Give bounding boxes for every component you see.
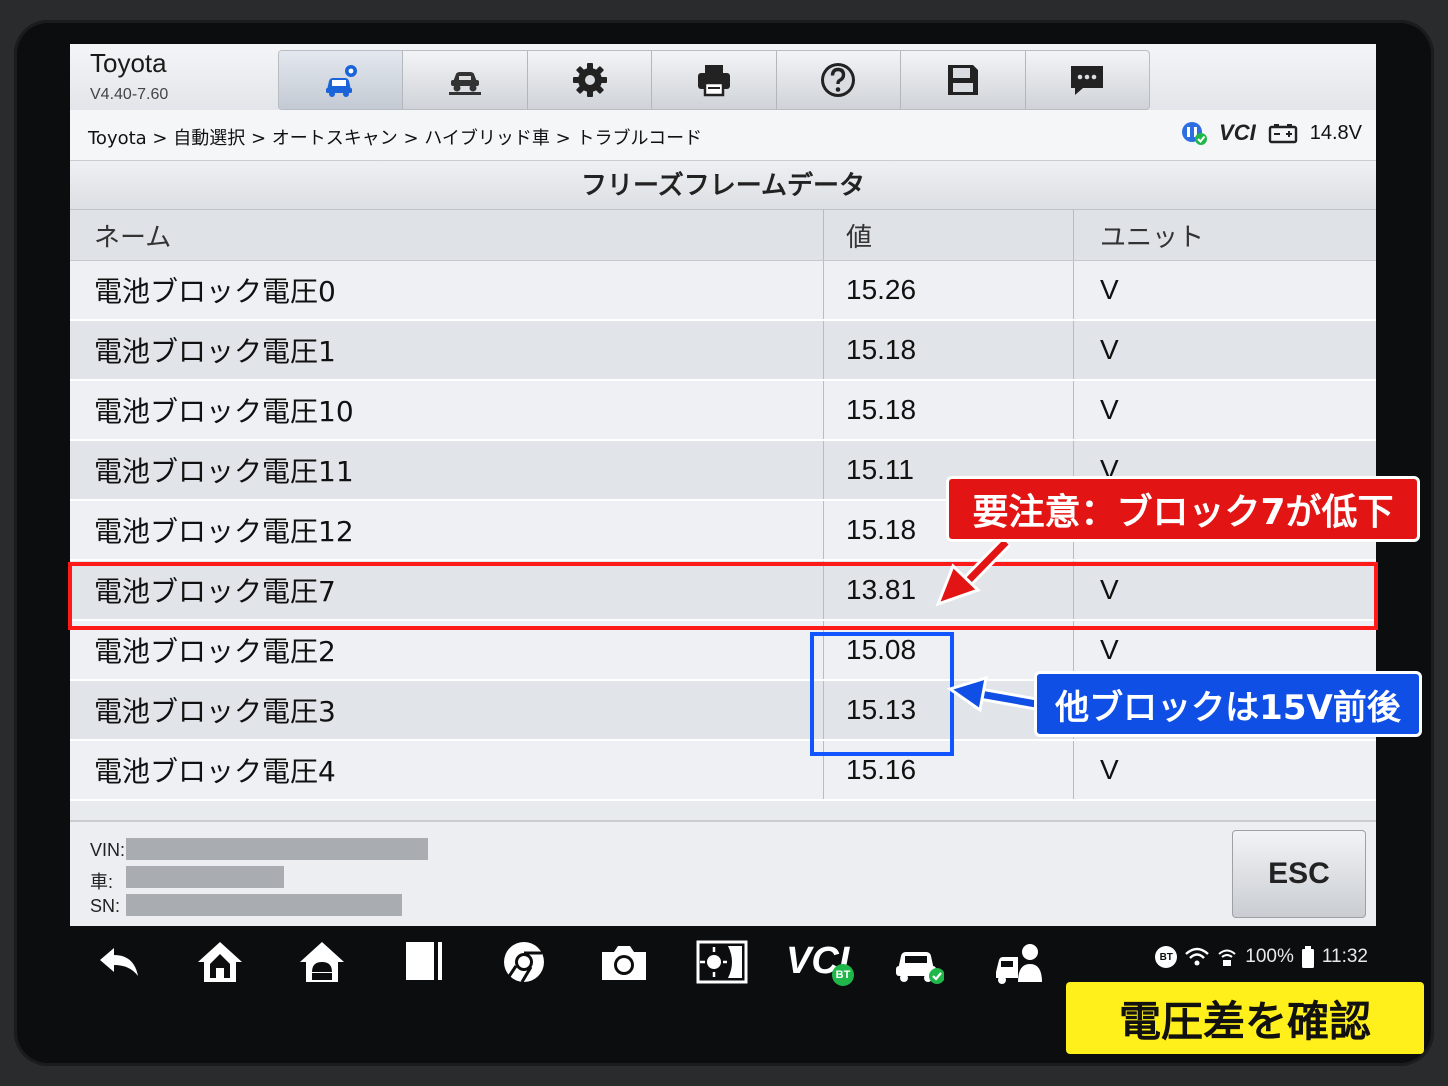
car-lift-icon (449, 72, 482, 95)
table-header-row: ネーム 値 ユニット (70, 210, 1376, 261)
row-name: 電池ブロック電圧10 (70, 381, 824, 439)
toolbar-print-button[interactable] (652, 51, 777, 109)
voltage-readout: 14.8V (1309, 121, 1362, 144)
row-value: 15.26 (824, 261, 1074, 319)
battery-icon (1301, 946, 1314, 968)
row-unit: V (1100, 334, 1119, 365)
recent-apps-icon[interactable] (398, 938, 450, 986)
breadcrumb-bar: Toyota > 自動選択 > オートスキャン > ハイブリッド車 > トラブル… (70, 110, 1376, 161)
vci-connection-icon (1182, 122, 1208, 145)
toolbar-diagnose-button[interactable] (279, 51, 404, 109)
wifi-icon (1185, 947, 1210, 966)
home-icon[interactable] (194, 938, 246, 986)
row-unit: V (1100, 274, 1119, 305)
gear-icon (572, 63, 607, 97)
row-value: 15.16 (824, 741, 1074, 799)
toolbar-save-button[interactable] (901, 51, 1026, 109)
toolbar-settings-button[interactable] (528, 51, 653, 109)
row-name: 電池ブロック電圧0 (70, 261, 824, 319)
vci-bt-badge: BT (832, 964, 854, 986)
vci-label: VCI (1219, 120, 1256, 145)
row-unit: V (1100, 394, 1119, 425)
row-name: 電池ブロック電圧3 (70, 681, 824, 739)
vehicle-info-footer: VIN: 車: SN: ESC (70, 820, 1376, 928)
page-title: フリーズフレームデータ (70, 161, 1376, 210)
vci-bt-status[interactable]: VCI BT (786, 940, 854, 986)
vehicle-connected-icon[interactable] (892, 938, 944, 986)
back-icon[interactable] (94, 938, 146, 986)
info-callout: 他ブロックは15V前後 (1034, 671, 1422, 737)
row-unit: V (1100, 574, 1119, 605)
table-row[interactable]: 電池ブロック電圧4 15.16 V (70, 741, 1376, 801)
esc-button[interactable]: ESC (1232, 830, 1366, 918)
help-icon (821, 63, 856, 97)
row-name: 電池ブロック電圧1 (70, 321, 824, 379)
android-home-icon[interactable] (296, 938, 348, 986)
main-toolbar (278, 50, 1150, 110)
row-name: 電池ブロック電圧11 (70, 441, 824, 499)
vin-redacted (126, 838, 428, 860)
header-unit: ユニット (1100, 221, 1205, 252)
row-value: 13.81 (824, 561, 1074, 619)
header-value: 値 (824, 210, 1074, 260)
table-row[interactable]: 電池ブロック電圧0 15.26 V (70, 261, 1376, 321)
warning-callout: 要注意：ブロック7が低下 (946, 476, 1420, 542)
battery-voltage-icon (1268, 124, 1297, 144)
connection-status: VCI 14.8V (1181, 120, 1362, 146)
bluetooth-status: BT (1155, 946, 1178, 968)
sn-label: SN: (90, 896, 121, 916)
version-label: V4.40-7.60 (90, 86, 169, 103)
row-name: 電池ブロック電圧2 (70, 621, 824, 679)
table-row-highlighted[interactable]: 電池ブロック電圧7 13.81 V (70, 561, 1376, 621)
breadcrumb[interactable]: Toyota > 自動選択 > オートスキャン > ハイブリッド車 > トラブル… (88, 124, 702, 150)
caption-label: 電圧差を確認 (1066, 982, 1424, 1054)
table-row[interactable]: 電池ブロック電圧1 15.18 V (70, 321, 1376, 381)
printer-icon (697, 65, 730, 97)
row-name: 電池ブロック電圧7 (70, 561, 824, 619)
message-icon (1071, 66, 1104, 95)
clock: 11:32 (1321, 946, 1368, 967)
toolbar-lift-button[interactable] (403, 51, 528, 109)
vin-label: VIN: (90, 840, 126, 860)
car-redacted (126, 866, 284, 888)
header-name: ネーム (70, 210, 824, 260)
row-value: 15.18 (824, 321, 1074, 379)
battery-percent: 100% (1245, 946, 1294, 967)
system-status: BT 100% 11:32 (1155, 946, 1368, 968)
save-icon (947, 65, 978, 95)
sn-redacted (126, 894, 402, 916)
row-unit: V (1100, 754, 1119, 785)
car-label: 車: (90, 872, 114, 892)
toolbar-message-button[interactable] (1026, 51, 1149, 109)
camera-icon[interactable] (598, 938, 650, 986)
row-name: 電池ブロック電圧12 (70, 501, 824, 559)
brand-title: Toyota (90, 48, 167, 78)
iot-signal-icon (1218, 949, 1236, 966)
brightness-icon[interactable] (696, 938, 748, 986)
browser-icon[interactable] (498, 938, 550, 986)
row-name: 電池ブロック電圧4 (70, 741, 824, 799)
row-value: 15.08 (824, 621, 1074, 679)
technician-car-icon[interactable] (992, 938, 1044, 986)
toolbar-help-button[interactable] (777, 51, 902, 109)
car-diagnose-icon (325, 65, 357, 97)
table-row[interactable]: 電池ブロック電圧10 15.18 V (70, 381, 1376, 441)
app-header: Toyota V4.40-7.60 (70, 44, 1376, 110)
row-value: 15.18 (824, 381, 1074, 439)
